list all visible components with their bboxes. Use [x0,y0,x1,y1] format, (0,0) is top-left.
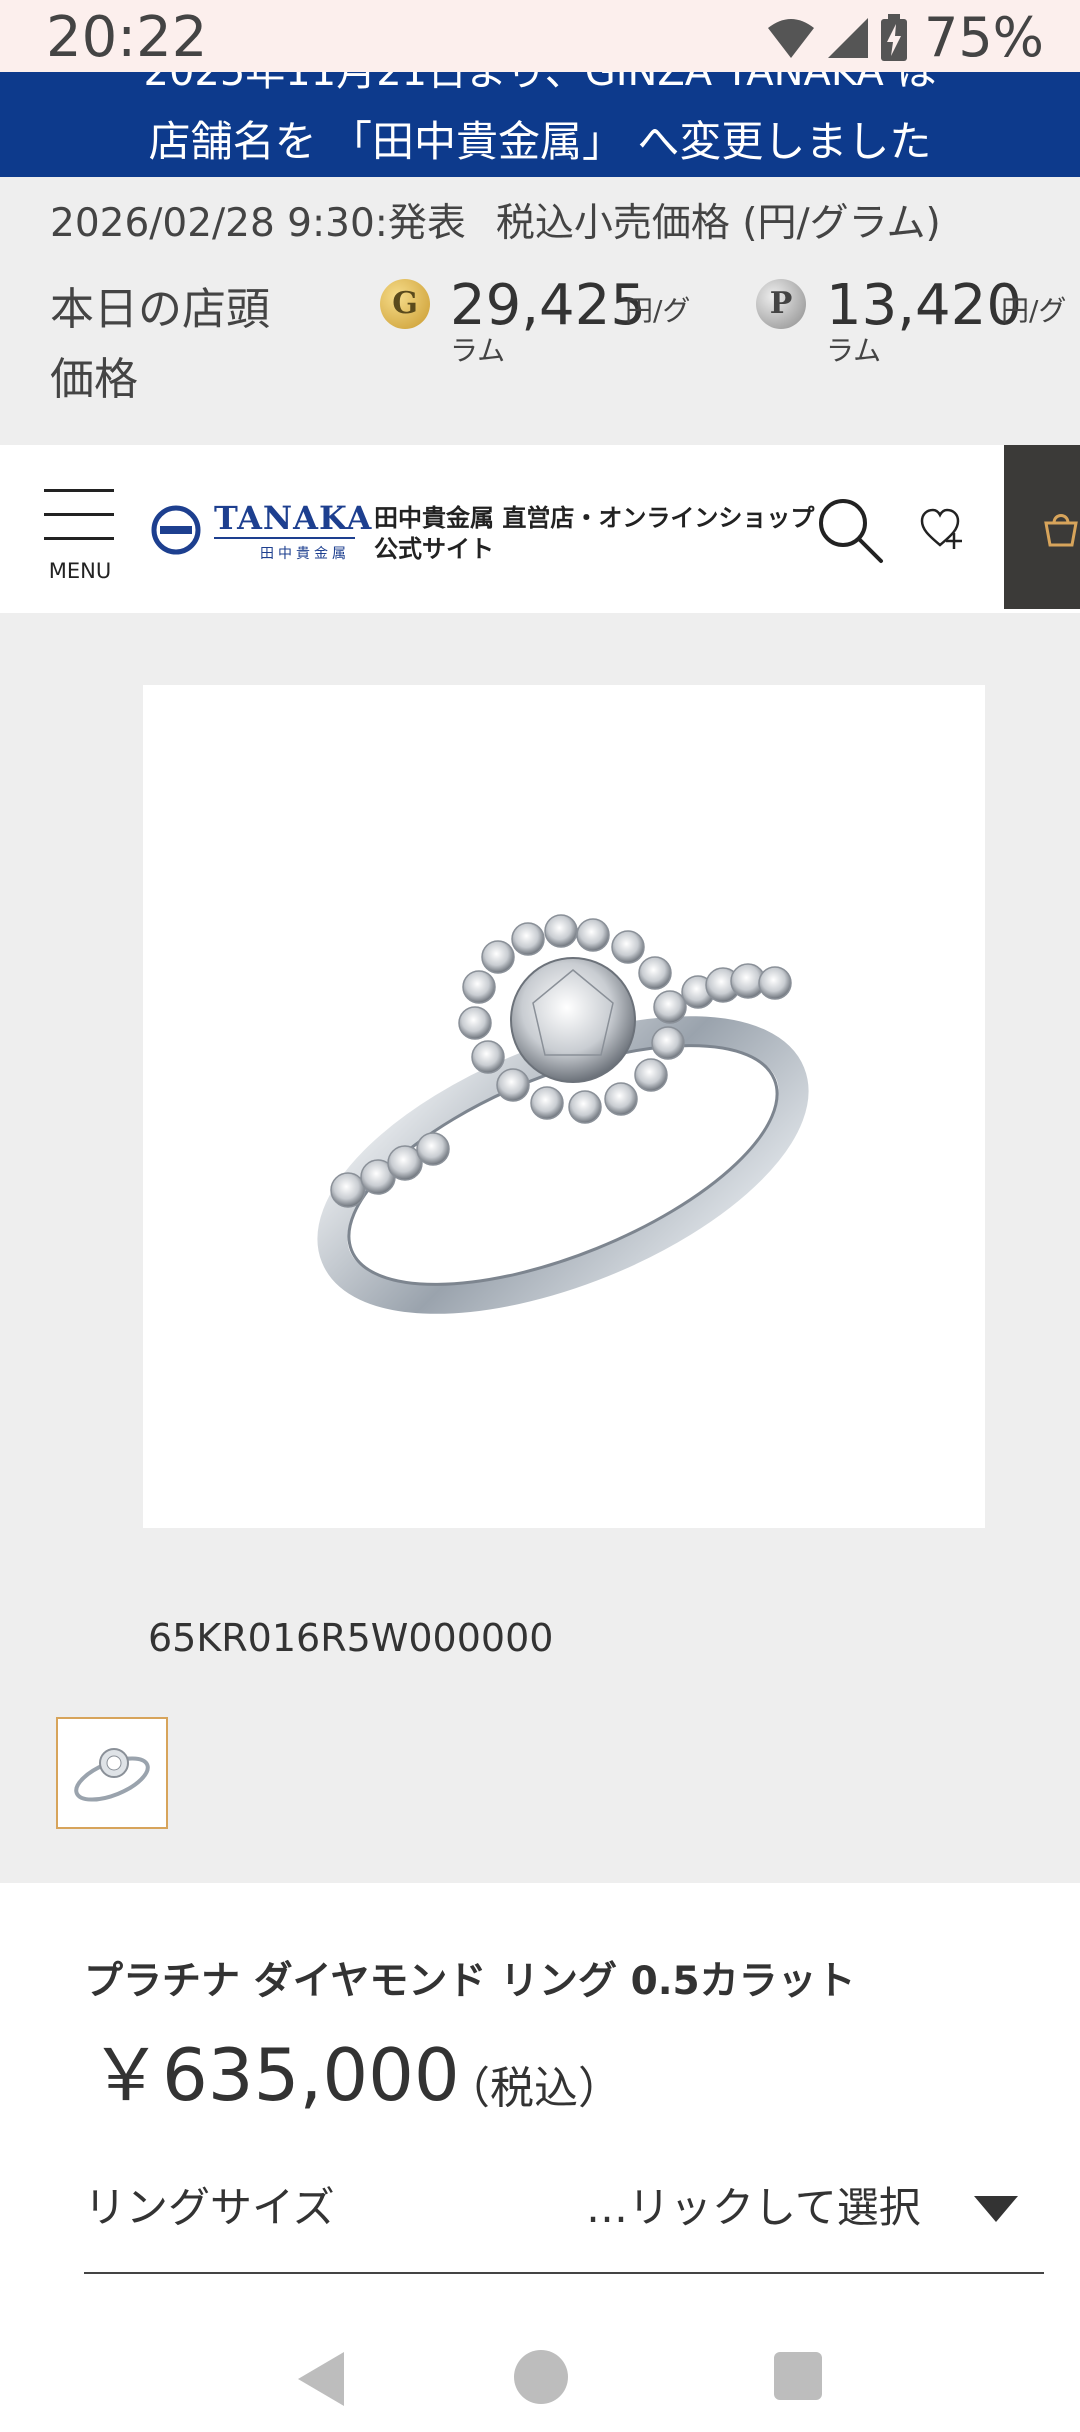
cell-signal-icon [827,18,868,58]
site-tagline-2: 公式サイト [374,535,494,563]
platinum-price-unit: 円/グ [1001,294,1067,327]
gold-price-value: 29,425 [450,273,646,338]
cart-icon [1044,514,1078,547]
platinum-coin-icon: P [756,279,806,329]
recent-apps-icon[interactable] [774,2352,822,2400]
product-price: ￥635,000 [90,2033,460,2117]
ring-thumbnail-image [74,1748,150,1802]
search-icon [819,499,883,563]
today-price-label: 本日の店頭価格 [50,284,270,405]
battery-percent: 75% [923,6,1044,69]
price-date: 2026/02/28 9:30:発表 [50,201,466,246]
product-gallery: 65KR016R5W000000 [0,613,1080,1883]
ring-size-value[interactable]: …リックして選択 [586,2174,921,2235]
banner-line-1: 2025年11月21日より、GINZA TANAKA は [143,72,937,95]
wifi-icon [767,19,814,58]
site-header: MENU TANAKA 田中貴金属 田中貴金属 直営店・オンラインショップ 公式… [0,445,1080,613]
status-icons: 75% [766,6,1044,70]
announcement-banner[interactable]: 2025年11月21日より、GINZA TANAKA は 店舗名を 「田中貴金属… [0,72,1080,177]
price-announcement: 2026/02/28 9:30:発表 税込小売価格 (円/グラム) [50,199,941,249]
home-icon[interactable] [514,2350,568,2404]
gold-price-unit-cont: ラム [450,334,506,367]
gold-coin-icon: G [380,279,430,329]
system-navigation-bar [0,2300,1080,2432]
hamburger-icon [44,489,114,492]
status-bar: 20:22 75% [0,0,1080,72]
battery-charging-icon [880,14,907,61]
tax-note: （税込） [446,2063,622,2114]
banner-line-2: 店舗名を 「田中貴金属」 へ変更しました [148,117,932,166]
product-main-image[interactable] [143,685,985,1528]
favorite-button[interactable] [918,505,968,555]
product-sku: 65KR016R5W000000 [148,1616,554,1660]
price-unit-label: 税込小売価格 (円/グラム) [495,201,941,246]
search-button[interactable] [815,495,887,567]
metal-price-panel: 2026/02/28 9:30:発表 税込小売価格 (円/グラム) 本日の店頭価格… [0,177,1080,445]
logo-subtext: 田中貴金属 [260,546,350,562]
product-title: プラチナ ダイヤモンド リング 0.5カラット [84,1959,856,2004]
ring-image [317,914,809,1314]
cart-button[interactable] [1004,445,1080,609]
dropdown-arrow-icon[interactable] [974,2196,1018,2222]
status-time: 20:22 [46,5,208,70]
logo-text: TANAKA [214,499,373,537]
tanaka-logo[interactable]: TANAKA 田中貴金属 [150,495,371,565]
back-icon[interactable] [298,2352,344,2406]
menu-label: MENU [48,559,112,583]
platinum-price-unit-cont: ラム [826,334,882,367]
site-tagline: 田中貴金属 直営店・オンラインショップ [374,504,815,532]
gold-price-unit: 円/グ [625,294,691,327]
ring-size-label: リングサイズ [84,2183,335,2232]
product-thumbnail[interactable] [56,1717,168,1829]
platinum-price-value: 13,420 [826,273,1022,338]
ring-size-select[interactable]: リングサイズ …リックして選択 [84,2166,1044,2274]
menu-button[interactable]: MENU [36,485,124,595]
heart-plus-icon [920,508,962,549]
